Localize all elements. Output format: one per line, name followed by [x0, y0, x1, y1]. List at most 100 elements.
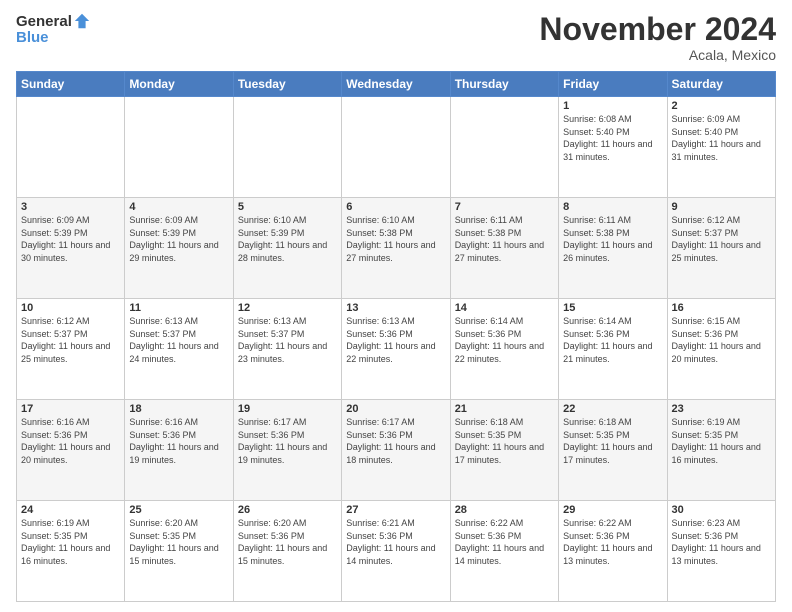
day-cell: 22Sunrise: 6:18 AMSunset: 5:35 PMDayligh…: [559, 400, 667, 501]
calendar-header: SundayMondayTuesdayWednesdayThursdayFrid…: [17, 72, 776, 97]
day-cell: 17Sunrise: 6:16 AMSunset: 5:36 PMDayligh…: [17, 400, 125, 501]
day-number: 23: [672, 403, 771, 415]
day-number: 17: [21, 403, 120, 415]
day-cell: 19Sunrise: 6:17 AMSunset: 5:36 PMDayligh…: [233, 400, 341, 501]
day-cell: 14Sunrise: 6:14 AMSunset: 5:36 PMDayligh…: [450, 299, 558, 400]
day-number: 6: [346, 201, 445, 213]
logo-text-general: General: [16, 14, 72, 29]
day-number: 2: [672, 100, 771, 112]
day-cell: 8Sunrise: 6:11 AMSunset: 5:38 PMDaylight…: [559, 198, 667, 299]
day-number: 1: [563, 100, 662, 112]
day-number: 21: [455, 403, 554, 415]
header-day-wednesday: Wednesday: [342, 72, 450, 97]
week-row-4: 17Sunrise: 6:16 AMSunset: 5:36 PMDayligh…: [17, 400, 776, 501]
day-number: 19: [238, 403, 337, 415]
day-cell: 7Sunrise: 6:11 AMSunset: 5:38 PMDaylight…: [450, 198, 558, 299]
header-day-monday: Monday: [125, 72, 233, 97]
week-row-1: 1Sunrise: 6:08 AMSunset: 5:40 PMDaylight…: [17, 97, 776, 198]
day-info: Sunrise: 6:13 AMSunset: 5:36 PMDaylight:…: [346, 315, 445, 365]
day-info: Sunrise: 6:10 AMSunset: 5:39 PMDaylight:…: [238, 214, 337, 264]
logo: General Blue: [16, 12, 91, 45]
day-number: 9: [672, 201, 771, 213]
day-number: 25: [129, 504, 228, 516]
day-info: Sunrise: 6:14 AMSunset: 5:36 PMDaylight:…: [455, 315, 554, 365]
day-info: Sunrise: 6:16 AMSunset: 5:36 PMDaylight:…: [21, 416, 120, 466]
calendar-body: 1Sunrise: 6:08 AMSunset: 5:40 PMDaylight…: [17, 97, 776, 602]
day-cell: 23Sunrise: 6:19 AMSunset: 5:35 PMDayligh…: [667, 400, 775, 501]
day-info: Sunrise: 6:20 AMSunset: 5:35 PMDaylight:…: [129, 517, 228, 567]
day-info: Sunrise: 6:19 AMSunset: 5:35 PMDaylight:…: [672, 416, 771, 466]
day-number: 18: [129, 403, 228, 415]
day-info: Sunrise: 6:14 AMSunset: 5:36 PMDaylight:…: [563, 315, 662, 365]
day-number: 11: [129, 302, 228, 314]
day-number: 12: [238, 302, 337, 314]
day-cell: 1Sunrise: 6:08 AMSunset: 5:40 PMDaylight…: [559, 97, 667, 198]
day-number: 5: [238, 201, 337, 213]
header-day-sunday: Sunday: [17, 72, 125, 97]
day-number: 14: [455, 302, 554, 314]
week-row-3: 10Sunrise: 6:12 AMSunset: 5:37 PMDayligh…: [17, 299, 776, 400]
day-cell: 27Sunrise: 6:21 AMSunset: 5:36 PMDayligh…: [342, 501, 450, 602]
day-info: Sunrise: 6:21 AMSunset: 5:36 PMDaylight:…: [346, 517, 445, 567]
day-info: Sunrise: 6:19 AMSunset: 5:35 PMDaylight:…: [21, 517, 120, 567]
day-info: Sunrise: 6:18 AMSunset: 5:35 PMDaylight:…: [563, 416, 662, 466]
day-cell: 30Sunrise: 6:23 AMSunset: 5:36 PMDayligh…: [667, 501, 775, 602]
day-number: 13: [346, 302, 445, 314]
day-info: Sunrise: 6:08 AMSunset: 5:40 PMDaylight:…: [563, 113, 662, 163]
week-row-5: 24Sunrise: 6:19 AMSunset: 5:35 PMDayligh…: [17, 501, 776, 602]
day-info: Sunrise: 6:09 AMSunset: 5:40 PMDaylight:…: [672, 113, 771, 163]
day-info: Sunrise: 6:12 AMSunset: 5:37 PMDaylight:…: [21, 315, 120, 365]
calendar-title: November 2024: [539, 12, 776, 47]
day-cell: 24Sunrise: 6:19 AMSunset: 5:35 PMDayligh…: [17, 501, 125, 602]
day-cell: 3Sunrise: 6:09 AMSunset: 5:39 PMDaylight…: [17, 198, 125, 299]
day-info: Sunrise: 6:17 AMSunset: 5:36 PMDaylight:…: [238, 416, 337, 466]
day-cell: 29Sunrise: 6:22 AMSunset: 5:36 PMDayligh…: [559, 501, 667, 602]
day-info: Sunrise: 6:09 AMSunset: 5:39 PMDaylight:…: [129, 214, 228, 264]
day-cell: 9Sunrise: 6:12 AMSunset: 5:37 PMDaylight…: [667, 198, 775, 299]
day-cell: 10Sunrise: 6:12 AMSunset: 5:37 PMDayligh…: [17, 299, 125, 400]
logo-text-blue: Blue: [16, 30, 91, 45]
day-info: Sunrise: 6:16 AMSunset: 5:36 PMDaylight:…: [129, 416, 228, 466]
header-day-tuesday: Tuesday: [233, 72, 341, 97]
day-number: 7: [455, 201, 554, 213]
day-cell: 18Sunrise: 6:16 AMSunset: 5:36 PMDayligh…: [125, 400, 233, 501]
day-info: Sunrise: 6:18 AMSunset: 5:35 PMDaylight:…: [455, 416, 554, 466]
day-cell: 26Sunrise: 6:20 AMSunset: 5:36 PMDayligh…: [233, 501, 341, 602]
page: General Blue November 2024 Acala, Mexico…: [0, 0, 792, 612]
day-info: Sunrise: 6:15 AMSunset: 5:36 PMDaylight:…: [672, 315, 771, 365]
day-info: Sunrise: 6:20 AMSunset: 5:36 PMDaylight:…: [238, 517, 337, 567]
day-number: 3: [21, 201, 120, 213]
day-number: 16: [672, 302, 771, 314]
day-info: Sunrise: 6:11 AMSunset: 5:38 PMDaylight:…: [563, 214, 662, 264]
day-cell: 2Sunrise: 6:09 AMSunset: 5:40 PMDaylight…: [667, 97, 775, 198]
day-info: Sunrise: 6:13 AMSunset: 5:37 PMDaylight:…: [238, 315, 337, 365]
week-row-2: 3Sunrise: 6:09 AMSunset: 5:39 PMDaylight…: [17, 198, 776, 299]
day-cell: 20Sunrise: 6:17 AMSunset: 5:36 PMDayligh…: [342, 400, 450, 501]
logo-icon: [73, 12, 91, 30]
day-info: Sunrise: 6:09 AMSunset: 5:39 PMDaylight:…: [21, 214, 120, 264]
day-number: 22: [563, 403, 662, 415]
day-number: 29: [563, 504, 662, 516]
day-cell: 6Sunrise: 6:10 AMSunset: 5:38 PMDaylight…: [342, 198, 450, 299]
day-number: 10: [21, 302, 120, 314]
header-day-thursday: Thursday: [450, 72, 558, 97]
day-cell: 5Sunrise: 6:10 AMSunset: 5:39 PMDaylight…: [233, 198, 341, 299]
header-day-friday: Friday: [559, 72, 667, 97]
day-number: 15: [563, 302, 662, 314]
day-cell: 4Sunrise: 6:09 AMSunset: 5:39 PMDaylight…: [125, 198, 233, 299]
day-cell: 21Sunrise: 6:18 AMSunset: 5:35 PMDayligh…: [450, 400, 558, 501]
day-cell: [450, 97, 558, 198]
day-info: Sunrise: 6:22 AMSunset: 5:36 PMDaylight:…: [455, 517, 554, 567]
day-info: Sunrise: 6:11 AMSunset: 5:38 PMDaylight:…: [455, 214, 554, 264]
day-info: Sunrise: 6:10 AMSunset: 5:38 PMDaylight:…: [346, 214, 445, 264]
day-info: Sunrise: 6:17 AMSunset: 5:36 PMDaylight:…: [346, 416, 445, 466]
day-number: 24: [21, 504, 120, 516]
day-number: 20: [346, 403, 445, 415]
day-cell: 15Sunrise: 6:14 AMSunset: 5:36 PMDayligh…: [559, 299, 667, 400]
header-row: SundayMondayTuesdayWednesdayThursdayFrid…: [17, 72, 776, 97]
calendar-subtitle: Acala, Mexico: [539, 47, 776, 63]
day-cell: [233, 97, 341, 198]
header-day-saturday: Saturday: [667, 72, 775, 97]
day-number: 26: [238, 504, 337, 516]
calendar-table: SundayMondayTuesdayWednesdayThursdayFrid…: [16, 71, 776, 602]
